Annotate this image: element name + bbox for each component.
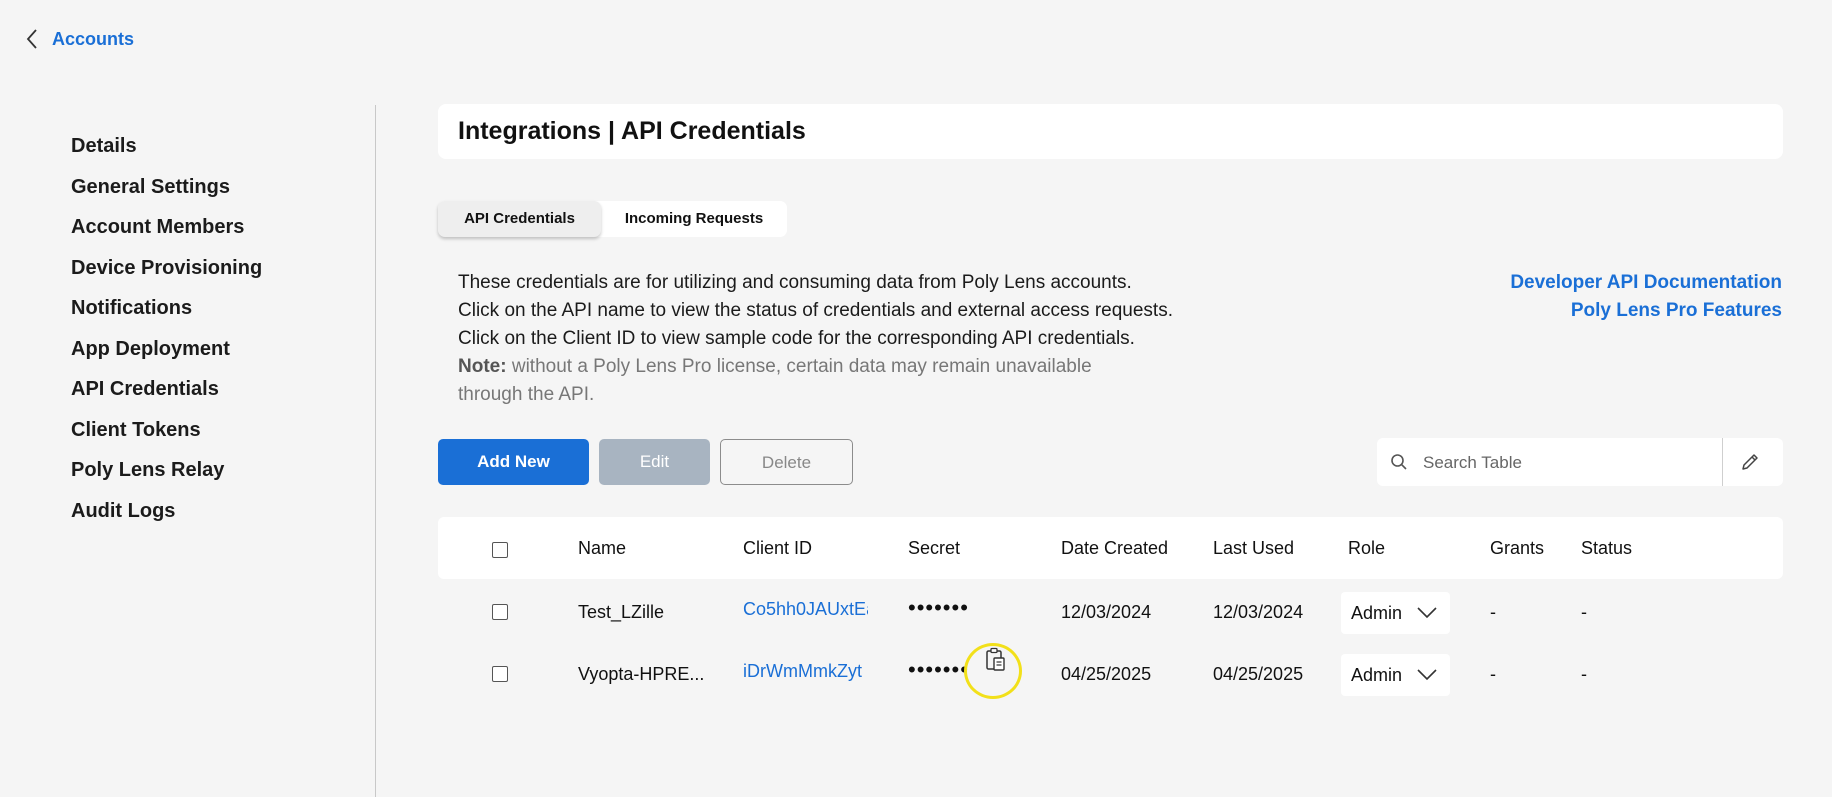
column-header-name[interactable]: Name <box>578 517 626 579</box>
row-date-created: 04/25/2025 <box>1061 664 1152 684</box>
edit-button[interactable]: Edit <box>599 439 710 485</box>
description-line-3: Click on the Client ID to view sample co… <box>458 328 1135 349</box>
row-client-id-link[interactable]: Co5hh0JAUxtEa <box>743 578 868 640</box>
poly-lens-pro-features-link[interactable]: Poly Lens Pro Features <box>1510 297 1782 325</box>
column-header-date-created[interactable]: Date Created <box>1061 517 1168 579</box>
row-client-id-link[interactable]: iDrWmMmkZyt <box>743 640 868 702</box>
role-value: Admin <box>1351 665 1403 685</box>
column-header-grants[interactable]: Grants <box>1490 517 1544 579</box>
search-icon <box>1391 454 1407 470</box>
developer-api-docs-link[interactable]: Developer API Documentation <box>1510 269 1782 297</box>
row-status: - <box>1581 602 1587 622</box>
add-new-button[interactable]: Add New <box>438 439 589 485</box>
tab-api-credentials[interactable]: API Credentials <box>438 201 601 237</box>
row-name[interactable]: Vyopta-HPRE... <box>578 643 728 705</box>
search-divider <box>1722 438 1723 486</box>
row-last-used: 04/25/2025 <box>1213 664 1304 684</box>
table-row: Vyopta-HPRE... iDrWmMmkZyt ••••••• 04/25… <box>438 643 1783 705</box>
column-header-client-id[interactable]: Client ID <box>743 517 812 579</box>
column-header-role[interactable]: Role <box>1348 517 1385 579</box>
column-header-status[interactable]: Status <box>1581 517 1632 579</box>
clipboard-copy-icon[interactable] <box>985 647 1007 673</box>
sidebar-item-poly-lens-relay[interactable]: Poly Lens Relay <box>71 454 321 495</box>
page-title-card: Integrations | API Credentials <box>438 104 1783 159</box>
sidebar-item-app-deployment[interactable]: App Deployment <box>71 333 321 374</box>
help-links: Developer API Documentation Poly Lens Pr… <box>1510 269 1782 325</box>
row-secret: ••••••• <box>908 595 969 620</box>
back-label: Accounts <box>52 28 135 49</box>
column-header-last-used[interactable]: Last Used <box>1213 517 1294 579</box>
search-box <box>1377 438 1783 486</box>
sidebar-item-audit-logs[interactable]: Audit Logs <box>71 495 321 536</box>
sidebar-divider <box>375 105 376 797</box>
page-title: Integrations | API Credentials <box>458 117 806 145</box>
row-grants: - <box>1490 602 1496 622</box>
search-input[interactable] <box>1421 448 1715 478</box>
delete-button[interactable]: Delete <box>720 439 853 485</box>
description: These credentials are for utilizing and … <box>458 269 1218 409</box>
tab-bar: API Credentials Incoming Requests <box>438 201 787 237</box>
back-to-accounts-link[interactable]: Accounts <box>26 28 134 50</box>
role-value: Admin <box>1351 603 1403 623</box>
chevron-left-icon <box>26 29 37 49</box>
table-row: Test_LZille Co5hh0JAUxtEa ••••••• 12/03/… <box>438 581 1783 643</box>
row-last-used: 12/03/2024 <box>1213 602 1304 622</box>
role-dropdown[interactable]: Admin <box>1341 654 1450 696</box>
sidebar-item-details[interactable]: Details <box>71 130 321 171</box>
chevron-down-icon <box>1417 607 1437 619</box>
note-label: Note: <box>458 356 507 377</box>
row-checkbox[interactable] <box>492 604 508 620</box>
sidebar-item-account-members[interactable]: Account Members <box>71 211 321 252</box>
sidebar-item-notifications[interactable]: Notifications <box>71 292 321 333</box>
column-header-secret[interactable]: Secret <box>908 517 960 579</box>
sidebar-item-client-tokens[interactable]: Client Tokens <box>71 414 321 455</box>
table-header: Name Client ID Secret Date Created Last … <box>438 517 1783 579</box>
note-text: without a Poly Lens Pro license, certain… <box>458 356 1092 405</box>
row-secret: ••••••• <box>908 657 969 682</box>
row-status: - <box>1581 664 1587 684</box>
role-dropdown[interactable]: Admin <box>1341 592 1450 634</box>
description-line-1: These credentials are for utilizing and … <box>458 272 1132 293</box>
tab-incoming-requests[interactable]: Incoming Requests <box>601 201 787 237</box>
select-all-checkbox[interactable] <box>492 542 508 558</box>
row-checkbox[interactable] <box>492 666 508 682</box>
sidebar-item-general-settings[interactable]: General Settings <box>71 171 321 212</box>
settings-sidebar: Details General Settings Account Members… <box>71 130 321 535</box>
description-note: Note: without a Poly Lens Pro license, c… <box>458 353 1148 409</box>
sidebar-item-device-provisioning[interactable]: Device Provisioning <box>71 252 321 293</box>
sidebar-item-api-credentials[interactable]: API Credentials <box>71 373 321 414</box>
pencil-icon[interactable] <box>1739 451 1761 473</box>
row-name[interactable]: Test_LZille <box>578 581 728 643</box>
chevron-down-icon <box>1417 669 1437 681</box>
description-line-2: Click on the API name to view the status… <box>458 300 1173 321</box>
row-date-created: 12/03/2024 <box>1061 602 1152 622</box>
row-grants: - <box>1490 664 1496 684</box>
